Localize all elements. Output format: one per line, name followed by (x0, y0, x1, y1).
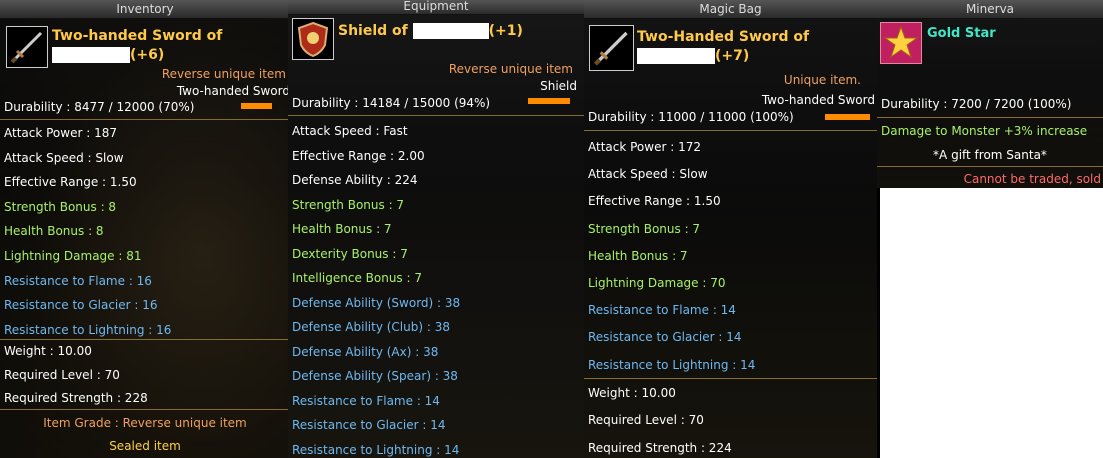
stat-line: Intelligence Bonus : 7 (292, 271, 422, 285)
durability-text: Durability : 8477 / 12000 (70%) (4, 100, 195, 114)
durability-text: Durability : 11000 / 11000 (100%) (588, 110, 794, 124)
stat-line: Resistance to Flame : 16 (4, 273, 152, 288)
item-name: Two-handed Sword of (+6) (52, 27, 222, 65)
item-name-line1: Two-handed Sword of (52, 28, 223, 44)
stat-line: Resistance to Glacier : 16 (4, 298, 158, 313)
required-strength: Required Strength : 224 (588, 441, 732, 455)
stat-line: Health Bonus : 7 (292, 222, 392, 236)
minerva-tooltip: Minerva Gold Star Durability : 7200 / 72… (877, 0, 1103, 188)
durability-text: Durability : 7200 / 7200 (100%) (881, 97, 1072, 111)
shield-icon (292, 18, 334, 60)
item-enhance-level: (+7) (715, 48, 750, 64)
trade-restriction: Cannot be traded, sold (963, 172, 1101, 186)
item-type: Two-handed Sword (176, 84, 290, 98)
gift-note: *A gift from Santa* (933, 148, 1047, 162)
minerva-title: Minerva (877, 0, 1103, 19)
item-type: Two-handed Sword (761, 93, 875, 107)
divider (877, 117, 1103, 118)
stat-line: Defense Ability (Club) : 38 (292, 320, 450, 334)
weight: Weight : 10.00 (4, 344, 92, 358)
item-name: Gold Star (927, 26, 996, 41)
weight: Weight : 10.00 (588, 386, 676, 400)
item-type: Shield (540, 79, 577, 93)
durability-bar (528, 98, 570, 104)
stat-line: Strength Bonus : 7 (292, 197, 405, 212)
stat-line: Attack Power : 187 (4, 126, 117, 140)
stat-line: Resistance to Glacier : 14 (292, 418, 446, 432)
stat-line: Attack Speed : Slow (588, 167, 708, 182)
divider (288, 115, 584, 116)
stat-line: Lightning Damage : 70 (588, 276, 726, 290)
divider (0, 119, 290, 120)
stat-line: Defense Ability (Ax) : 38 (292, 344, 439, 359)
stat-line: Defense Ability (Sword) : 38 (292, 295, 461, 310)
stat-line: Attack Power : 172 (588, 140, 701, 154)
redacted-name (52, 47, 130, 63)
stat-line: Resistance to Lightning : 14 (292, 442, 460, 457)
stat-line: Effective Range : 1.50 (588, 194, 721, 209)
divider (0, 409, 290, 410)
stat-line: Effective Range : 2.00 (292, 148, 425, 163)
stat-line: Resistance to Flame : 14 (588, 303, 736, 318)
stat-line: Attack Speed : Fast (292, 124, 408, 138)
stat-line: Health Bonus : 7 (588, 248, 688, 263)
monster-damage-bonus: Damage to Monster +3% increase (881, 124, 1088, 138)
stat-line: Defense Ability (Spear) : 38 (292, 369, 458, 383)
durability-bar (241, 103, 272, 109)
sealed-label: Sealed item (109, 439, 181, 453)
magic-bag-tooltip: Magic Bag Two-Handed Sword of (+7) Uniqu… (584, 0, 877, 458)
inventory-title: Inventory (0, 0, 290, 19)
required-level: Required Level : 70 (588, 413, 704, 427)
stat-line: Resistance to Lightning : 16 (4, 322, 172, 337)
stat-line: Resistance to Flame : 14 (292, 393, 440, 408)
item-name-line1: Shield of (338, 23, 408, 39)
item-rarity: Reverse unique item (448, 62, 573, 76)
stat-line: Dexterity Bonus : 7 (292, 246, 408, 261)
magic-bag-title: Magic Bag (584, 0, 877, 19)
equipment-tooltip: Equipment Shield of (+1) Reverse unique … (288, 0, 584, 458)
stat-line: Defense Ability : 224 (292, 173, 418, 187)
divider (584, 130, 877, 131)
stat-line: Effective Range : 1.50 (4, 175, 137, 190)
item-grade: Item Grade : Reverse unique item (43, 416, 247, 430)
item-enhance-level: (+1) (488, 23, 523, 39)
divider (0, 339, 290, 340)
item-rarity: Unique item. (783, 73, 861, 87)
gold-star-icon (880, 22, 922, 64)
inventory-tooltip: Inventory Two-handed Sword of (+6) Rever… (0, 0, 290, 458)
stat-line: Attack Speed : Slow (4, 150, 124, 165)
item-name: Shield of (+1) (338, 22, 523, 41)
sword-icon (589, 25, 634, 71)
empty-area (880, 188, 1103, 458)
stat-line: Health Bonus : 8 (4, 224, 104, 239)
redacted-name (412, 23, 489, 39)
sword-icon (6, 26, 48, 68)
stat-line: Strength Bonus : 8 (4, 199, 117, 214)
durability-bar (825, 114, 870, 120)
stat-line: Resistance to Lightning : 14 (588, 357, 756, 372)
divider (584, 378, 877, 379)
required-level: Required Level : 70 (4, 368, 120, 382)
stat-line: Lightning Damage : 81 (4, 249, 142, 263)
durability-text: Durability : 14184 / 15000 (94%) (292, 96, 491, 110)
item-name: Two-Handed Sword of (+7) (637, 28, 809, 66)
item-name-line1: Two-Handed Sword of (637, 29, 810, 45)
item-enhance-level: (+6) (130, 47, 165, 63)
stat-line: Resistance to Glacier : 14 (588, 330, 742, 345)
divider (877, 166, 1103, 167)
redacted-name (637, 48, 715, 64)
item-rarity: Reverse unique item (161, 67, 286, 81)
equipment-title: Equipment (288, 0, 584, 15)
required-strength: Required Strength : 228 (4, 391, 148, 405)
stat-line: Strength Bonus : 7 (588, 221, 701, 236)
